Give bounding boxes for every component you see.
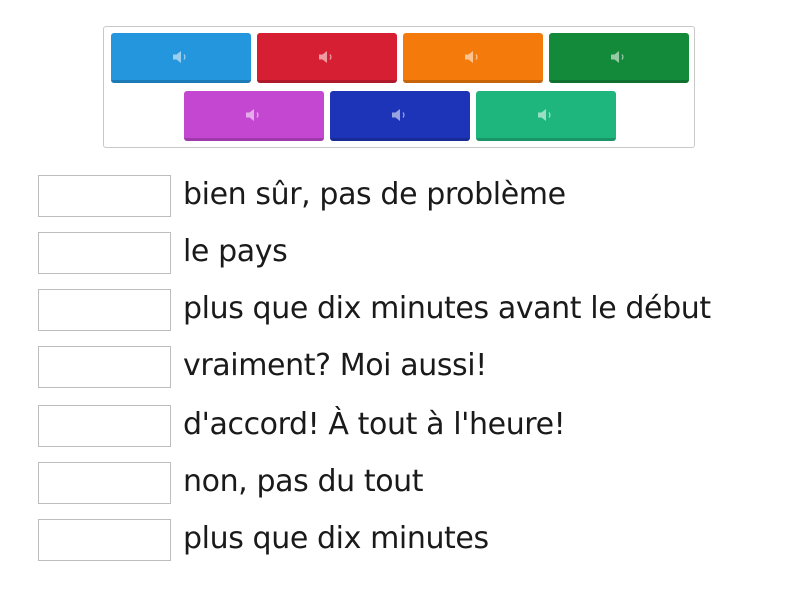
audio-tile-6[interactable] [330,91,470,141]
audio-tile-3[interactable] [403,33,543,83]
match-row: vraiment? Moi aussi! [0,346,800,392]
drop-zone[interactable] [38,519,171,561]
match-prompt: le pays [183,234,288,269]
drop-zone[interactable] [38,175,171,217]
drop-zone[interactable] [38,232,171,274]
speaker-icon [173,50,186,63]
audio-tile-tray [103,26,695,148]
drop-zone[interactable] [38,405,171,447]
audio-tile-1[interactable] [111,33,251,83]
match-prompt: plus que dix minutes [183,521,489,556]
drop-zone[interactable] [38,462,171,504]
audio-tile-5[interactable] [184,91,324,141]
match-row: d'accord! À tout à l'heure! [0,405,800,451]
speaker-icon [392,108,405,121]
speaker-icon [611,50,624,63]
match-row: le pays [0,232,800,278]
audio-tile-4[interactable] [549,33,689,83]
speaker-icon [465,50,478,63]
drop-zone[interactable] [38,346,171,388]
audio-tile-7[interactable] [476,91,616,141]
match-row: plus que dix minutes [0,519,800,565]
match-prompt: d'accord! À tout à l'heure! [183,407,566,442]
match-up-activity: bien sûr, pas de problème le pays plus q… [0,0,800,600]
match-row: non, pas du tout [0,462,800,508]
match-row: plus que dix minutes avant le début [0,289,800,335]
match-row: bien sûr, pas de problème [0,175,800,221]
speaker-icon [538,108,551,121]
speaker-icon [319,50,332,63]
speaker-icon [246,108,259,121]
match-prompt: non, pas du tout [183,464,424,499]
drop-zone[interactable] [38,289,171,331]
match-prompt: bien sûr, pas de problème [183,177,566,212]
match-prompt: plus que dix minutes avant le début [183,291,711,326]
audio-tile-2[interactable] [257,33,397,83]
match-prompt: vraiment? Moi aussi! [183,348,487,383]
